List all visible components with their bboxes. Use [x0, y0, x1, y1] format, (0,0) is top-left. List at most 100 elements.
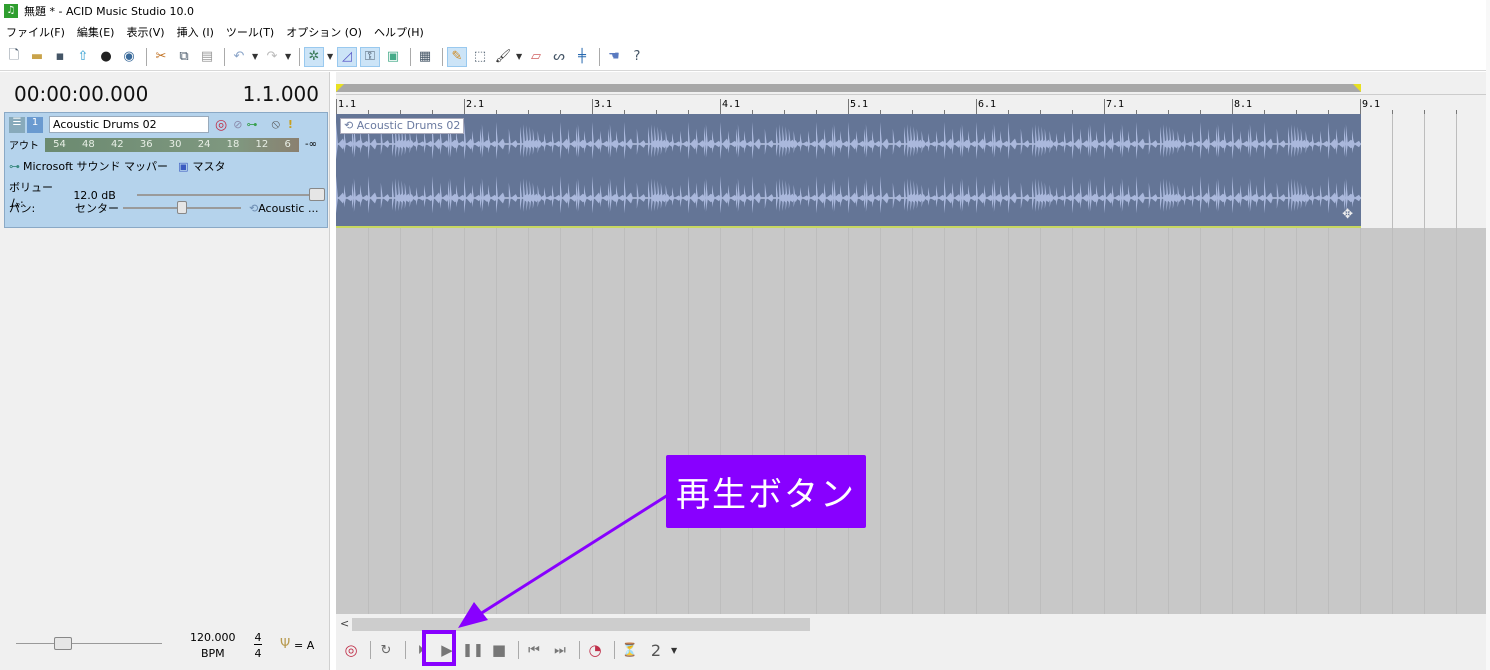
undo-dropdown-icon[interactable]: ▼: [252, 52, 262, 61]
undo-icon[interactable]: ↶: [229, 47, 249, 67]
track-name-input[interactable]: Acoustic Drums 02: [49, 116, 209, 133]
metronome-button[interactable]: ⏳: [619, 639, 641, 661]
track-header[interactable]: ☰ 1 Acoustic Drums 02 ◎ ⊘ ⊶ ⦸ ! アウト 54 4…: [4, 112, 328, 228]
scroll-left-button[interactable]: <: [340, 617, 349, 630]
envelope-tool-icon[interactable]: ◿: [337, 46, 357, 67]
draw-tool-dropdown-icon[interactable]: ▼: [327, 52, 337, 61]
open-icon[interactable]: ▬: [27, 47, 47, 67]
time-signature-top[interactable]: 4: [254, 631, 262, 645]
timeline-ruler[interactable]: 1.1 2.1 3.1 4.1 5.1 6.1 7.1 8.1 9.1: [336, 94, 1490, 116]
loop-button[interactable]: ↻: [375, 639, 397, 661]
pause-button[interactable]: ❚❚: [462, 639, 484, 661]
track-minimize-icon[interactable]: ☰: [9, 116, 25, 133]
cd-icon[interactable]: ◉: [119, 47, 139, 67]
help-icon[interactable]: ?: [627, 47, 647, 67]
grid-line: [784, 228, 785, 614]
menu-options[interactable]: オプション (O): [286, 24, 362, 40]
horizontal-scroll-thumb[interactable]: [352, 618, 810, 631]
volume-slider[interactable]: [137, 188, 326, 201]
waveform-peak: [688, 176, 697, 214]
selection-icon[interactable]: ⬚: [470, 47, 490, 67]
solo-icon[interactable]: !: [288, 118, 293, 131]
grid-line: [976, 228, 977, 614]
lock-envelopes-icon[interactable]: ⚿: [360, 46, 380, 67]
count-in-button[interactable]: 2: [645, 639, 667, 661]
ruler-label: 4.1: [722, 99, 741, 110]
menu-file[interactable]: ファイル(F): [6, 24, 65, 40]
clip-resize-icon[interactable]: ✥: [1342, 207, 1353, 222]
clip-short-name[interactable]: Acoustic ...: [258, 202, 318, 215]
go-to-end-button[interactable]: ⏭: [549, 639, 571, 661]
waveform-peak: [616, 184, 625, 208]
waveform-peak: [800, 133, 809, 152]
paint-dropdown-icon[interactable]: ▼: [516, 52, 526, 61]
pan-slider-thumb[interactable]: [177, 201, 187, 214]
erase-icon[interactable]: ▱: [526, 47, 546, 67]
grid-line: [528, 228, 529, 614]
waveform-peak: [976, 122, 985, 160]
redo-icon[interactable]: ↷: [262, 47, 282, 67]
horizontal-scrollbar[interactable]: <: [336, 614, 1490, 634]
pencil-icon[interactable]: ✎: [447, 46, 467, 67]
menu-edit[interactable]: 編集(E): [77, 24, 115, 40]
waveform-peak: [712, 184, 721, 208]
waveform-peak: [456, 184, 465, 208]
copy-icon[interactable]: ⧉: [174, 47, 194, 67]
paint-icon[interactable]: 🖌: [493, 47, 513, 67]
envelope-icon[interactable]: ᔕ: [549, 47, 569, 67]
save-icon[interactable]: ▪: [50, 47, 70, 67]
fx-icon[interactable]: ⊶: [246, 118, 257, 131]
key-value[interactable]: = A: [294, 639, 314, 652]
separator: [299, 47, 300, 66]
split-icon[interactable]: ╪: [572, 47, 592, 67]
waveform-peak: [1200, 176, 1209, 214]
publish-icon[interactable]: ⇧: [73, 47, 93, 67]
waveform-peak: [984, 130, 993, 154]
waveform: [336, 122, 1361, 214]
menu-tools[interactable]: ツール(T): [226, 24, 274, 40]
output-device[interactable]: Microsoft サウンド マッパー: [23, 158, 168, 174]
auto-crossfade-icon[interactable]: ▣: [383, 47, 403, 67]
loop-end-marker[interactable]: [1353, 84, 1361, 92]
menu-insert[interactable]: 挿入 (I): [177, 24, 214, 40]
user-icon[interactable]: ●: [96, 47, 116, 67]
meter-tick: 30: [168, 139, 182, 150]
audio-clip[interactable]: ⟲ Acoustic Drums 02 ✥: [336, 114, 1361, 228]
record-button[interactable]: ◎: [340, 639, 362, 661]
waveform-peak: [968, 184, 977, 208]
time-display: 00:00:00.000: [14, 82, 149, 106]
menu-help[interactable]: ヘルプ(H): [374, 24, 424, 40]
arm-record-icon[interactable]: ◎: [215, 117, 227, 133]
pan-label: パン:: [9, 202, 36, 215]
waveform-peak: [944, 176, 953, 214]
record-arm-button[interactable]: ◔: [584, 639, 606, 661]
count-in-dropdown-icon[interactable]: ▼: [671, 646, 681, 655]
grid-icon[interactable]: ▦: [415, 47, 435, 67]
tempo-slider[interactable]: [16, 637, 162, 650]
waveform-peak: [336, 176, 345, 214]
draw-tool-icon[interactable]: ✲: [304, 46, 324, 67]
tempo-slider-thumb[interactable]: [54, 637, 73, 650]
time-signature-bottom[interactable]: 4: [254, 647, 262, 660]
redo-dropdown-icon[interactable]: ▼: [285, 52, 295, 61]
cut-icon[interactable]: ✂: [151, 47, 171, 67]
go-to-start-button[interactable]: ⏮: [523, 639, 545, 661]
stop-button[interactable]: ■: [488, 639, 510, 661]
waveform-peak: [824, 128, 833, 155]
waveform-peak: [1072, 122, 1081, 160]
mute-icon[interactable]: ⦸: [271, 117, 279, 132]
mute-automation-icon[interactable]: ⊘: [233, 118, 242, 131]
pan-slider[interactable]: [123, 201, 241, 214]
bus-name[interactable]: マスタ: [192, 158, 225, 174]
hand-icon[interactable]: ☚: [604, 47, 624, 67]
grid-line: [400, 228, 401, 614]
loop-start-marker[interactable]: [336, 84, 344, 92]
paste-icon[interactable]: ▤: [197, 47, 217, 67]
waveform-peak: [1056, 133, 1065, 152]
menu-view[interactable]: 表示(V): [126, 24, 164, 40]
grid-line: [1392, 228, 1393, 614]
bpm-value[interactable]: 120.000: [190, 631, 236, 644]
empty-track-area[interactable]: [336, 228, 1490, 614]
new-icon[interactable]: 🗋: [4, 47, 24, 67]
loop-region-bar[interactable]: [336, 84, 1361, 92]
